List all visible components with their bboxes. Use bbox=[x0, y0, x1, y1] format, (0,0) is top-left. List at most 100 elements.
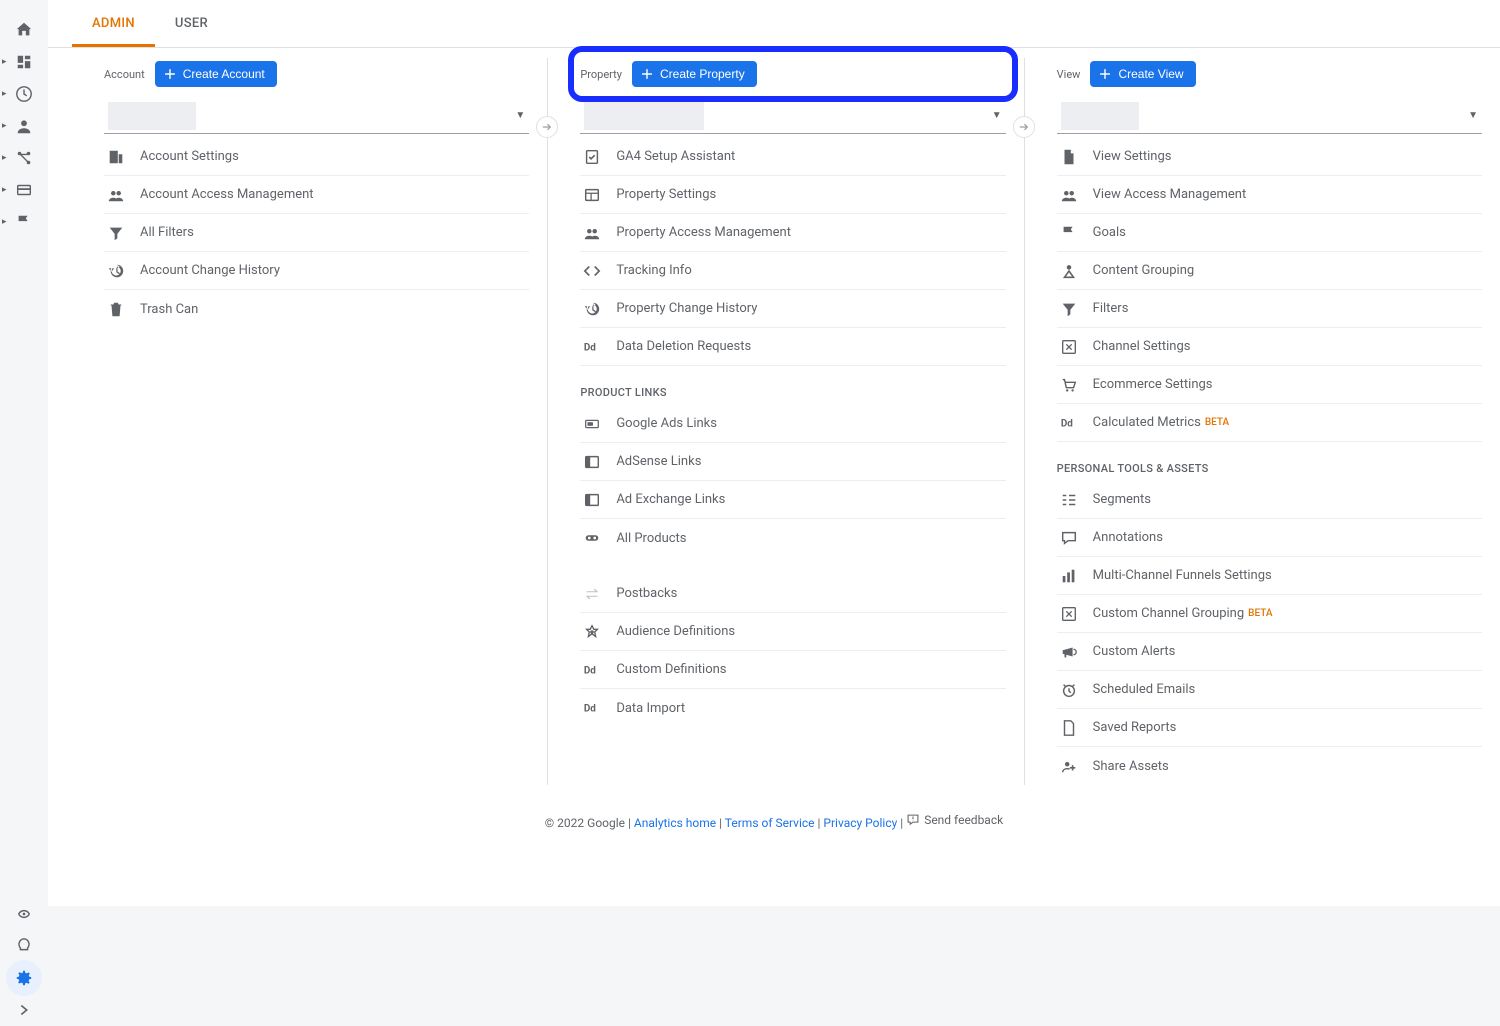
list-item[interactable]: DdData Import bbox=[580, 689, 1005, 727]
item-label: Segments bbox=[1093, 492, 1151, 507]
list-item[interactable]: View Access Management bbox=[1057, 176, 1482, 214]
list-item[interactable]: Custom Channel GroupingBETA bbox=[1057, 595, 1482, 633]
products-icon bbox=[582, 528, 602, 548]
nav-conversions[interactable]: ▸ bbox=[0, 206, 48, 238]
list-item[interactable]: Saved Reports bbox=[1057, 709, 1482, 747]
footer-tos-link[interactable]: Terms of Service bbox=[725, 816, 815, 830]
plus-icon bbox=[640, 67, 654, 81]
dd-icon: Dd bbox=[1059, 413, 1079, 433]
view-picker[interactable]: ▼ bbox=[1057, 98, 1482, 134]
channel-icon bbox=[1059, 604, 1079, 624]
beta-badge: BETA bbox=[1248, 608, 1272, 619]
create-view-button[interactable]: Create View bbox=[1090, 61, 1195, 87]
footer-analytics-home-link[interactable]: Analytics home bbox=[634, 816, 716, 830]
feedback-icon bbox=[906, 813, 920, 827]
item-label: Filters bbox=[1093, 301, 1129, 316]
list-item[interactable]: View Settings bbox=[1057, 138, 1482, 176]
list-item[interactable]: Tracking Info bbox=[580, 252, 1005, 290]
list-item[interactable]: Custom Alerts bbox=[1057, 633, 1482, 671]
channel-icon bbox=[1059, 337, 1079, 357]
list-item[interactable]: Google Ads Links bbox=[580, 405, 1005, 443]
list-item[interactable]: GA4 Setup Assistant bbox=[580, 138, 1005, 176]
page-outline-icon bbox=[1059, 718, 1079, 738]
move-property-icon[interactable] bbox=[536, 116, 558, 138]
account-column: Account Create Account ▼ Account Setting… bbox=[48, 58, 547, 785]
nav-discover[interactable] bbox=[0, 930, 48, 962]
create-account-button[interactable]: Create Account bbox=[155, 61, 277, 87]
clock-icon bbox=[1059, 680, 1079, 700]
list-item[interactable]: All Products bbox=[580, 519, 1005, 557]
flag-icon bbox=[1059, 223, 1079, 243]
panel-icon bbox=[582, 490, 602, 510]
nav-behavior[interactable]: ▸ bbox=[0, 174, 48, 206]
list-item[interactable]: Audience Definitions bbox=[580, 613, 1005, 651]
item-label: Tracking Info bbox=[616, 263, 691, 278]
tab-bar: ADMIN USER bbox=[48, 0, 1500, 48]
list-item[interactable]: Property Access Management bbox=[580, 214, 1005, 252]
list-item[interactable]: Share Assets bbox=[1057, 747, 1482, 785]
item-label: Account Change History bbox=[140, 263, 280, 278]
list-item[interactable]: All Filters bbox=[104, 214, 529, 252]
nav-attribution[interactable] bbox=[0, 898, 48, 930]
item-label: Share Assets bbox=[1093, 759, 1169, 774]
list-item[interactable]: Ad Exchange Links bbox=[580, 481, 1005, 519]
history-icon bbox=[582, 299, 602, 319]
footer-privacy-link[interactable]: Privacy Policy bbox=[823, 816, 897, 830]
view-label: View bbox=[1057, 68, 1081, 81]
create-property-button[interactable]: Create Property bbox=[632, 61, 757, 87]
list-item[interactable]: Property Settings bbox=[580, 176, 1005, 214]
people-icon bbox=[1059, 185, 1079, 205]
item-label: Calculated Metrics bbox=[1093, 415, 1201, 430]
nav-collapse[interactable] bbox=[0, 994, 48, 1026]
item-label: Account Settings bbox=[140, 149, 239, 164]
list-item[interactable]: Content Grouping bbox=[1057, 252, 1482, 290]
item-label: Annotations bbox=[1093, 530, 1163, 545]
list-item[interactable]: DdCalculated MetricsBETA bbox=[1057, 404, 1482, 442]
property-picker[interactable]: ▼ bbox=[580, 98, 1005, 134]
item-label: Goals bbox=[1093, 225, 1126, 240]
item-label: Custom Definitions bbox=[616, 662, 726, 677]
list-item[interactable]: Postbacks bbox=[580, 575, 1005, 613]
list-item[interactable]: Annotations bbox=[1057, 519, 1482, 557]
item-label: View Settings bbox=[1093, 149, 1172, 164]
list-item[interactable]: Channel Settings bbox=[1057, 328, 1482, 366]
comment-icon bbox=[1059, 528, 1079, 548]
list-item[interactable]: Account Settings bbox=[104, 138, 529, 176]
nav-acquisition[interactable]: ▸ bbox=[0, 142, 48, 174]
item-label: Account Access Management bbox=[140, 187, 314, 202]
list-item[interactable]: Account Access Management bbox=[104, 176, 529, 214]
nav-admin[interactable] bbox=[0, 962, 48, 994]
list-item[interactable]: Filters bbox=[1057, 290, 1482, 328]
tab-user[interactable]: USER bbox=[155, 0, 228, 47]
nav-audience[interactable]: ▸ bbox=[0, 110, 48, 142]
nav-dashboard[interactable]: ▸ bbox=[0, 46, 48, 78]
list-item[interactable]: Property Change History bbox=[580, 290, 1005, 328]
create-account-label: Create Account bbox=[183, 67, 265, 81]
list-item[interactable]: DdCustom Definitions bbox=[580, 651, 1005, 689]
list-item[interactable]: Ecommerce Settings bbox=[1057, 366, 1482, 404]
page-icon bbox=[1059, 147, 1079, 167]
move-view-icon[interactable] bbox=[1013, 116, 1035, 138]
item-label: Postbacks bbox=[616, 586, 677, 601]
list-item[interactable]: Account Change History bbox=[104, 252, 529, 290]
list-item[interactable]: Trash Can bbox=[104, 290, 529, 328]
account-picker[interactable]: ▼ bbox=[104, 98, 529, 134]
list-item[interactable]: Goals bbox=[1057, 214, 1482, 252]
footer-feedback-label: Send feedback bbox=[924, 813, 1003, 827]
caret-down-icon: ▼ bbox=[1468, 110, 1478, 121]
list-item[interactable]: Scheduled Emails bbox=[1057, 671, 1482, 709]
nav-realtime[interactable]: ▸ bbox=[0, 78, 48, 110]
footer-feedback-link[interactable]: Send feedback bbox=[906, 813, 1003, 827]
trash-icon bbox=[106, 299, 126, 319]
code-icon bbox=[582, 261, 602, 281]
list-item[interactable]: DdData Deletion Requests bbox=[580, 328, 1005, 366]
list-item[interactable]: Multi-Channel Funnels Settings bbox=[1057, 557, 1482, 595]
item-label: All Filters bbox=[140, 225, 194, 240]
list-item[interactable]: Segments bbox=[1057, 481, 1482, 519]
audiences-icon bbox=[582, 622, 602, 642]
create-view-label: Create View bbox=[1118, 67, 1183, 81]
list-item[interactable]: AdSense Links bbox=[580, 443, 1005, 481]
nav-home[interactable] bbox=[0, 14, 48, 46]
tab-admin[interactable]: ADMIN bbox=[72, 0, 155, 47]
account-label: Account bbox=[104, 68, 145, 81]
